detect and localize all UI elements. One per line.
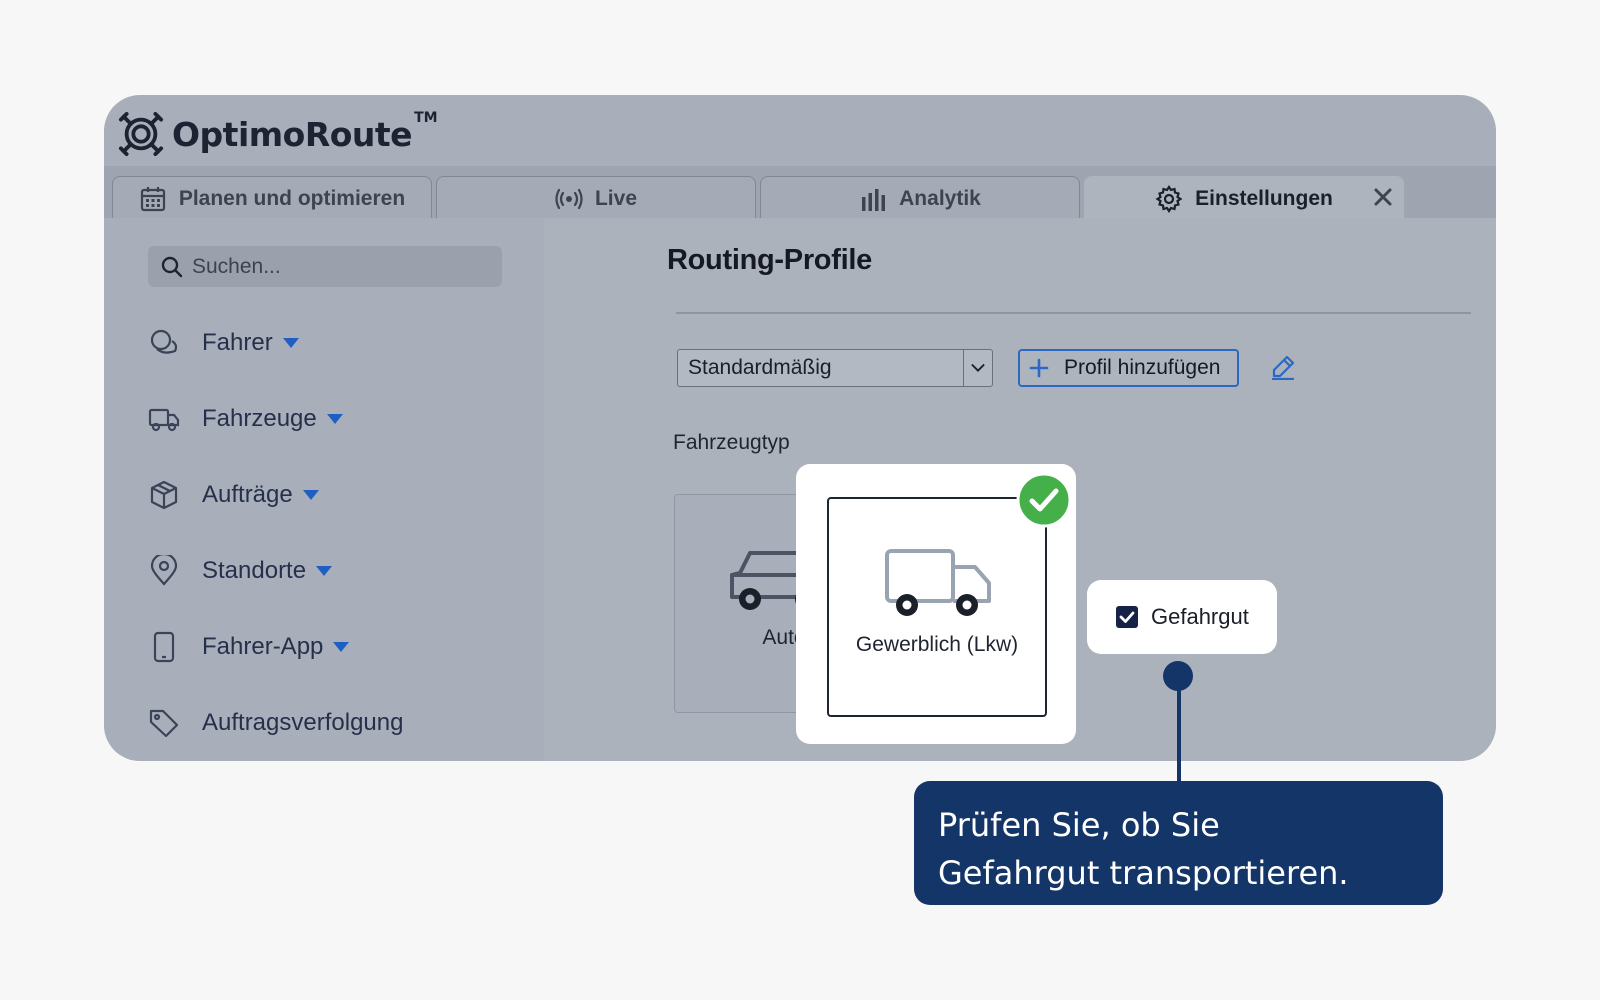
sidebar-item-fahrzeuge[interactable]: Fahrzeuge [148, 399, 343, 439]
app-name: OptimoRoute [172, 114, 413, 154]
truck-icon [885, 549, 991, 616]
search-input[interactable] [190, 253, 494, 280]
callout-anchor-dot [1163, 661, 1193, 691]
tab-analytik[interactable]: Analytik [760, 176, 1080, 221]
sidebar-item-label: Fahrer [202, 329, 273, 356]
tab-label: Live [594, 187, 638, 210]
callout-connector [1177, 675, 1181, 785]
brand-logo[interactable]: OptimoRoute TM [118, 109, 438, 159]
bar-chart-icon [859, 185, 887, 213]
vehicle-type-label: Fahrzeugtyp [673, 431, 790, 454]
phone-icon [148, 631, 180, 663]
chevron-down-icon [316, 566, 333, 576]
calendar-icon [139, 185, 167, 213]
callout-line-1: Prüfen Sie, ob Sie [938, 806, 1220, 844]
settings-sidebar: Fahrer Fahrzeuge Aufträge Standorte [104, 218, 544, 761]
sidebar-item-label: Fahrzeuge [202, 405, 317, 432]
chevron-down-icon [282, 338, 299, 348]
sidebar-item-auftragsverfolgung[interactable]: Auftragsverfolgung [148, 703, 403, 743]
pencil-edit-icon[interactable] [1270, 354, 1296, 380]
location-pin-icon [148, 555, 180, 587]
package-icon [148, 479, 180, 511]
callout-line-2: Gefahrgut transportieren. [938, 854, 1349, 892]
hazardous-goods-checkbox[interactable]: Gefahrgut [1087, 580, 1277, 654]
profile-select[interactable]: Standardmäßig [677, 349, 993, 387]
sidebar-item-fahrer[interactable]: Fahrer [148, 323, 299, 363]
add-profile-button[interactable]: Profil hinzufügen [1018, 349, 1239, 387]
page-title: Routing-Profile [667, 244, 872, 276]
search-box[interactable] [148, 246, 502, 287]
title-divider [676, 312, 1471, 314]
chevron-down-icon [333, 642, 350, 652]
selected-check-icon [1016, 472, 1072, 528]
driver-icon [148, 327, 180, 359]
trademark-mark: TM [414, 110, 438, 126]
vehicle-type-label-lkw: Gewerblich (Lkw) [855, 633, 1019, 656]
tab-label: Analytik [899, 187, 981, 210]
profile-select-value: Standardmäßig [688, 356, 832, 379]
sidebar-item-label: Aufträge [202, 481, 293, 508]
add-profile-label: Profil hinzufügen [1064, 356, 1221, 379]
callout-tooltip: Prüfen Sie, ob Sie Gefahrgut transportie… [914, 781, 1443, 905]
tab-einstellungen[interactable]: Einstellungen [1084, 176, 1404, 221]
truck-icon [148, 403, 180, 435]
gear-icon [1155, 184, 1183, 213]
main-tabbar: Planen und optimieren Live Analytik Eins… [104, 166, 1496, 221]
tab-live[interactable]: Live [436, 176, 756, 221]
hazardous-goods-label: Gefahrgut [1151, 604, 1249, 629]
tag-icon [148, 707, 180, 739]
chevron-down-icon [326, 414, 343, 424]
sidebar-item-label: Standorte [202, 557, 307, 584]
plus-icon [1029, 358, 1049, 378]
tab-planen[interactable]: Planen und optimieren [112, 176, 432, 221]
sidebar-item-standorte[interactable]: Standorte [148, 551, 333, 591]
search-icon [161, 256, 183, 277]
tab-label: Planen und optimieren [178, 187, 406, 210]
sidebar-item-auftraege[interactable]: Aufträge [148, 475, 319, 515]
tab-label: Einstellungen [1195, 186, 1333, 210]
vehicle-type-card-lkw[interactable]: Gewerblich (Lkw) [827, 497, 1047, 717]
optimoroute-logo-icon [118, 111, 164, 157]
broadcast-icon [555, 185, 583, 213]
sidebar-item-fahrer-app[interactable]: Fahrer-App [148, 627, 350, 667]
chevron-down-icon[interactable] [963, 350, 992, 386]
close-icon[interactable] [1372, 186, 1394, 208]
sidebar-item-label: Auftragsverfolgung [202, 709, 404, 736]
chevron-down-icon [302, 490, 319, 500]
checkbox-checked-icon [1116, 606, 1138, 628]
sidebar-item-label: Fahrer-App [202, 633, 324, 660]
